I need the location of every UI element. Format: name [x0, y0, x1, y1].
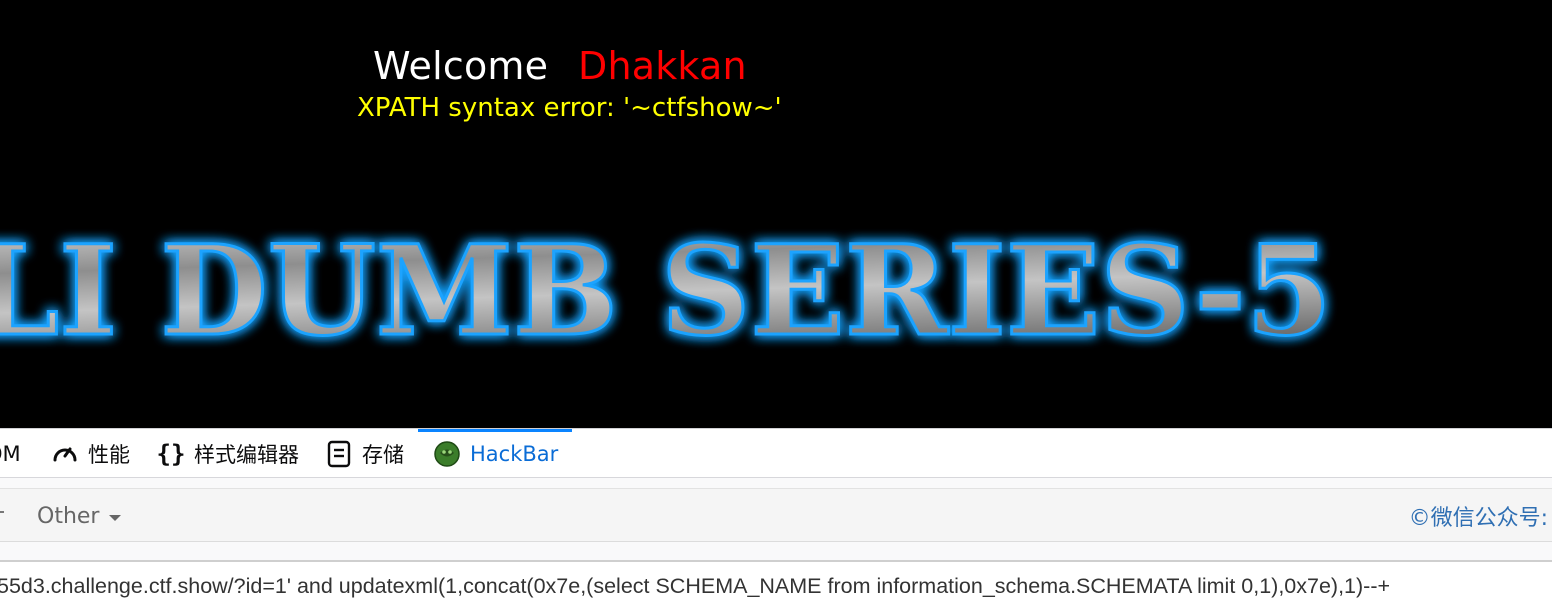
- tab-dom[interactable]: OM: [0, 429, 21, 479]
- chevron-down-icon: [109, 514, 122, 521]
- performance-icon: [50, 439, 80, 469]
- welcome-line: Welcome Dhakkan: [0, 44, 1100, 94]
- hackbar-icon: [432, 439, 462, 469]
- watermark-text: ©微信公众号:: [1408, 506, 1548, 531]
- url-input-value: 55d3.challenge.ctf.show/?id=1' and updat…: [0, 574, 1391, 598]
- url-input[interactable]: 55d3.challenge.ctf.show/?id=1' and updat…: [0, 560, 1552, 610]
- devtools-tab-bar: OM 性能 {} 样式编辑器 存储: [0, 428, 1552, 478]
- tab-hackbar[interactable]: HackBar: [417, 429, 573, 479]
- welcome-label: Welcome: [373, 44, 549, 88]
- braces-icon: {}: [156, 440, 186, 468]
- tab-dom-label: OM: [0, 442, 21, 466]
- tab-hackbar-label: HackBar: [470, 442, 559, 466]
- error-message: XPATH syntax error: '~ctfshow~': [357, 93, 782, 123]
- tab-style-editor[interactable]: {} 样式编辑器: [156, 429, 299, 479]
- banner-title: LI DUMB SERIES-5: [0, 219, 1332, 364]
- tab-storage[interactable]: 存储: [324, 429, 404, 479]
- storage-icon: [324, 439, 354, 469]
- banner-image: LI DUMB SERIES-5: [0, 218, 1334, 366]
- other-menu-label: Other: [37, 503, 100, 529]
- page-viewport: Welcome Dhakkan XPATH syntax error: '~ct…: [0, 0, 1552, 428]
- tab-performance[interactable]: 性能: [50, 429, 130, 479]
- user-name: Dhakkan: [578, 44, 747, 88]
- devtools-panel: OM 性能 {} 样式编辑器 存储: [0, 428, 1552, 610]
- menu-caret-icon: [0, 511, 4, 513]
- tab-performance-label: 性能: [88, 443, 130, 467]
- hackbar-toolbar: Other ©微信公众号:: [0, 488, 1552, 542]
- tab-storage-label: 存储: [362, 443, 404, 467]
- other-menu-button[interactable]: Other: [37, 489, 122, 543]
- tab-style-editor-label: 样式编辑器: [194, 443, 299, 467]
